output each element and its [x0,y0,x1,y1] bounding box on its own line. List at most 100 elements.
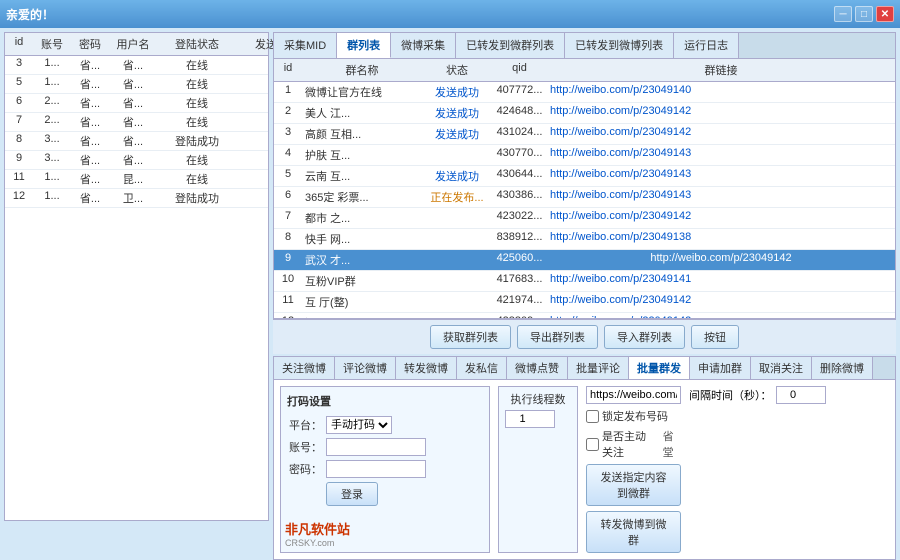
account-user: 省... [109,94,157,112]
send-status [237,151,268,169]
action-buttons: 发送指定内容到微群 转发微博到微群 [586,464,681,553]
send-options: 锁定发布号码 [586,408,681,424]
group-name: 高颜 互相... [302,124,422,144]
thread-label: 执行线程数 [505,391,571,407]
group-name: 美人 江... [302,103,422,123]
bottom-tab-关注微博[interactable]: 关注微博 [274,357,335,379]
group-link: http://weibo.com/p/23049143 [547,145,895,165]
interval-input[interactable] [776,386,826,404]
group-id: 3 [274,124,302,144]
right-panel: 采集MID群列表微博采集已转发到微群列表已转发到微博列表运行日志 id 群名称 … [273,32,896,521]
export-group-list-button[interactable]: 导出群列表 [517,325,598,349]
group-link: http://weibo.com/p/23049143 [547,187,895,207]
group-row[interactable]: 2 美人 江... 发送成功 424648... http://weibo.co… [274,103,895,124]
group-row[interactable]: 9 武汉 才... 425060... http://weibo.com/p/2… [274,250,895,271]
login-status: 在线 [157,75,237,93]
gcol-link: 群链接 [547,61,895,79]
top-tab-已转发到微群列表[interactable]: 已转发到微群列表 [456,33,565,58]
account-row[interactable]: 9 3... 省... 省... 在线 [5,151,268,170]
login-button[interactable]: 登录 [326,482,378,506]
account-number: 1... [33,189,71,207]
bottom-tab-转发微博[interactable]: 转发微博 [396,357,457,379]
group-status: 发送成功 [422,166,492,186]
account-row[interactable]: 11 1... 省... 昆... 在线 [5,170,268,189]
group-id: 5 [274,166,302,186]
group-qid: 424648... [492,103,547,123]
group-row[interactable]: 5 云南 互... 发送成功 430644... http://weibo.co… [274,166,895,187]
account-number: 2... [33,94,71,112]
group-name: 365定 彩票... [302,187,422,207]
send-settings-panel: 锁定发布号码 是否主动关注 省堂 发送指定内容到微群 转发微博到微群 [586,386,681,553]
account-input[interactable] [326,438,426,456]
send-status [237,170,268,188]
bottom-tab-微博点赞[interactable]: 微博点赞 [507,357,568,379]
crsky-logo: 非凡软件站 CRSKY.com [285,519,350,548]
interval-row: 间隔时间（秒）： [689,386,889,404]
thread-count-input[interactable] [505,410,555,428]
top-tab-采集MID[interactable]: 采集MID [274,33,337,58]
account-row[interactable]: 8 3... 省... 省... 登陆成功 [5,132,268,151]
group-row[interactable]: 3 高颜 互相... 发送成功 431024... http://weibo.c… [274,124,895,145]
account-row[interactable]: 6 2... 省... 省... 在线 [5,94,268,113]
top-tab-群列表[interactable]: 群列表 [337,33,391,58]
fix-post-label: 锁定发布号码 [586,408,668,424]
group-row[interactable]: 8 快手 网... 838912... http://weibo.com/p/2… [274,229,895,250]
gcol-qid: qid [492,61,547,79]
bottom-tab-评论微博[interactable]: 评论微博 [335,357,396,379]
platform-select[interactable]: 手动打码 [326,416,392,434]
account-number: 2... [33,113,71,131]
bottom-tab-取消关注[interactable]: 取消关注 [751,357,812,379]
fix-post-checkbox[interactable] [586,410,599,423]
top-tab-已转发到微博列表[interactable]: 已转发到微博列表 [565,33,674,58]
password-input[interactable] [326,460,426,478]
account-pwd: 省... [71,132,109,150]
forward-to-group-button[interactable]: 转发微博到微群 [586,511,681,553]
platform-label: 平台： [287,417,322,433]
url-input[interactable] [586,386,681,404]
group-id: 1 [274,82,302,102]
top-tab-微博采集[interactable]: 微博采集 [391,33,456,58]
group-row[interactable]: 7 都市 之... 423022... http://weibo.com/p/2… [274,208,895,229]
bottom-tab-删除微博[interactable]: 删除微博 [812,357,873,379]
account-pwd: 省... [71,94,109,112]
send-to-group-button[interactable]: 发送指定内容到微群 [586,464,681,506]
bottom-tab-批量群发[interactable]: 批量群发 [629,357,690,379]
send-status [237,94,268,112]
account-row[interactable]: 5 1... 省... 省... 在线 [5,75,268,94]
group-row[interactable]: 12 江西 互... 428809... http://weibo.com/p/… [274,313,895,318]
fetch-group-list-button[interactable]: 获取群列表 [430,325,511,349]
close-button[interactable]: ✕ [876,6,894,22]
account-row[interactable]: 3 1... 省... 省... 在线 [5,56,268,75]
group-status: 发送成功 [422,124,492,144]
send-status [237,75,268,93]
minimize-button[interactable]: ─ [834,6,852,22]
group-name: 云南 互... [302,166,422,186]
group-row[interactable]: 6 365定 彩票... 正在发布... 430386... http://we… [274,187,895,208]
account-user: 省... [109,132,157,150]
top-tab-运行日志[interactable]: 运行日志 [674,33,739,58]
account-row[interactable]: 7 2... 省... 省... 在线 [5,113,268,132]
group-row[interactable]: 4 护肤 互... 430770... http://weibo.com/p/2… [274,145,895,166]
follow-checkbox[interactable] [586,438,599,451]
group-id: 8 [274,229,302,249]
group-id: 7 [274,208,302,228]
col-login-status: 登陆状态 [157,35,237,53]
group-row[interactable]: 11 互 厅(整) 421974... http://weibo.com/p/2… [274,292,895,313]
bottom-tab-批量评论[interactable]: 批量评论 [568,357,629,379]
import-group-list-button[interactable]: 导入群列表 [604,325,685,349]
group-status [422,208,492,228]
group-row[interactable]: 1 微博让官方在线 发送成功 407772... http://weibo.co… [274,82,895,103]
group-link: http://weibo.com/p/23049142 [547,208,895,228]
group-id: 2 [274,103,302,123]
account-pwd: 省... [71,151,109,169]
maximize-button[interactable]: □ [855,6,873,22]
col-account: 账号 [33,35,71,53]
group-row[interactable]: 10 互粉VIP群 417683... http://weibo.com/p/2… [274,271,895,292]
bottom-tab-发私信[interactable]: 发私信 [457,357,507,379]
confirm-button[interactable]: 按钮 [691,325,739,349]
group-status [422,250,492,270]
account-number: 3... [33,151,71,169]
bottom-tab-申请加群[interactable]: 申请加群 [690,357,751,379]
account-row[interactable]: 12 1... 省... 卫... 登陆成功 [5,189,268,208]
group-name: 互粉VIP群 [302,271,422,291]
